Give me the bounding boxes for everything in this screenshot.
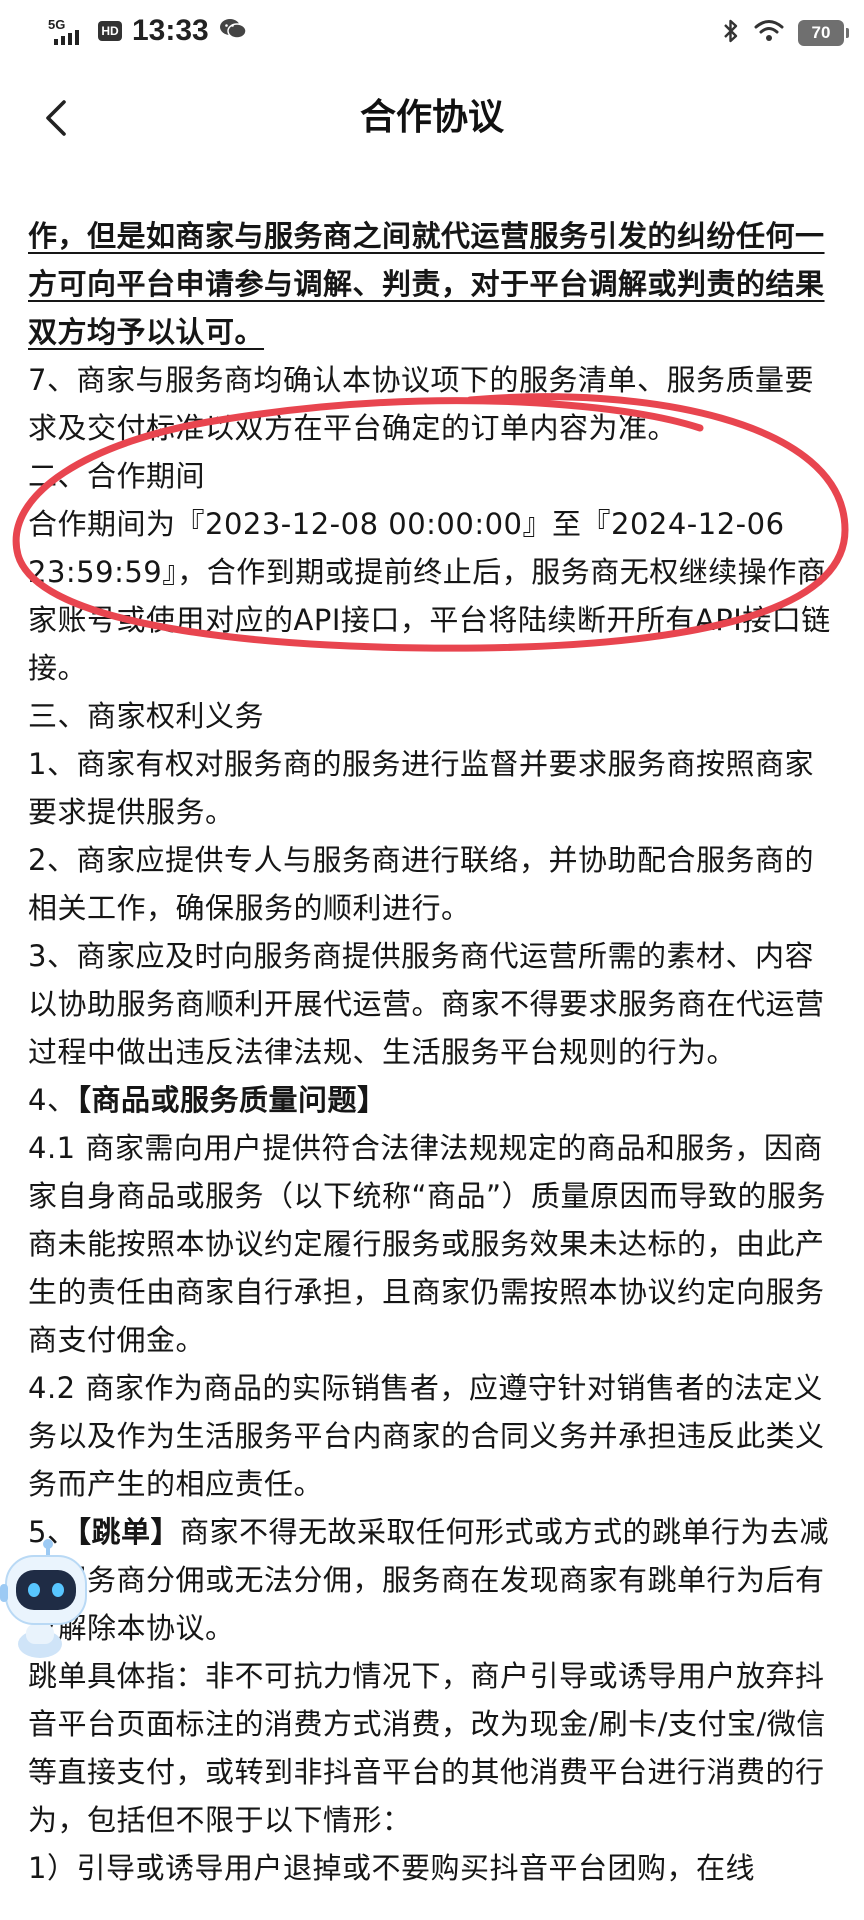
right-4-number: 4、 xyxy=(28,1083,77,1117)
status-bar: 5G HD 13:33 70 xyxy=(0,0,864,64)
right-4-1: 4.1 商家需向用户提供符合法律法规规定的商品和服务，因商家自身商品或服务（以下… xyxy=(28,1131,827,1357)
disclaimer-bold: 作，但是如商家与服务商之间就代运营服务引发的纠纷任何一方可向平台申请参与调解、判… xyxy=(28,219,825,349)
wechat-icon xyxy=(219,17,247,45)
assistant-robot-button[interactable] xyxy=(0,1536,92,1662)
signal-icon: 5G xyxy=(48,17,86,45)
skip-order-case-1: 1）引导或诱导用户退掉或不要购买抖音平台团购，在线 xyxy=(28,1851,755,1885)
hd-icon: HD xyxy=(98,21,122,41)
section-heading-cooperation-period: 二、合作期间 xyxy=(28,459,206,493)
status-time: 13:33 xyxy=(132,14,209,47)
cooperation-period-text: 合作期间为『2023-12-08 00:00:00』至『2024-12-06 2… xyxy=(28,507,831,685)
nav-bar: 合作协议 xyxy=(0,64,864,172)
clause-7: 7、商家与服务商均确认本协议项下的服务清单、服务质量要求及交付标准以双方在平台确… xyxy=(28,363,814,445)
bluetooth-icon xyxy=(722,18,740,48)
right-4-title: 【商品或服务质量问题】 xyxy=(76,1083,387,1117)
wifi-icon xyxy=(754,19,784,47)
agreement-body: 作，但是如商家与服务商之间就代运营服务引发的纠纷任何一方可向平台申请参与调解、判… xyxy=(28,212,840,1892)
section-heading-merchant-rights: 三、商家权利义务 xyxy=(28,699,265,733)
status-bar-left: 5G HD 13:33 xyxy=(48,14,247,48)
right-4-heading: 4、【商品或服务质量问题】 xyxy=(28,1076,840,1124)
battery-icon: 70 xyxy=(798,20,849,46)
page-title: 合作协议 xyxy=(359,97,504,138)
status-bar-right: 70 xyxy=(722,18,849,48)
skip-order-definition: 跳单具体指：非不可抗力情况下，商户引导或诱导用户放弃抖音平台页面标注的消费方式消… xyxy=(28,1659,826,1837)
right-3: 3、商家应及时向服务商提供服务商代运营所需的素材、内容以协助服务商顺利开展代运营… xyxy=(28,939,825,1069)
right-1: 1、商家有权对服务商的服务进行监督并要求服务商按照商家要求提供服务。 xyxy=(28,747,814,829)
robot-icon xyxy=(0,1539,87,1658)
right-5: 5、【跳单】商家不得无故采取任何形式或方式的跳单行为去减少服务商分佣或无法分佣，… xyxy=(28,1508,840,1652)
right-2: 2、商家应提供专人与服务商进行联络，并协助配合服务商的相关工作，确保服务的顺利进… xyxy=(28,843,814,925)
right-4-2: 4.2 商家作为商品的实际销售者，应遵守针对销售者的法定义务以及作为生活服务平台… xyxy=(28,1371,825,1501)
